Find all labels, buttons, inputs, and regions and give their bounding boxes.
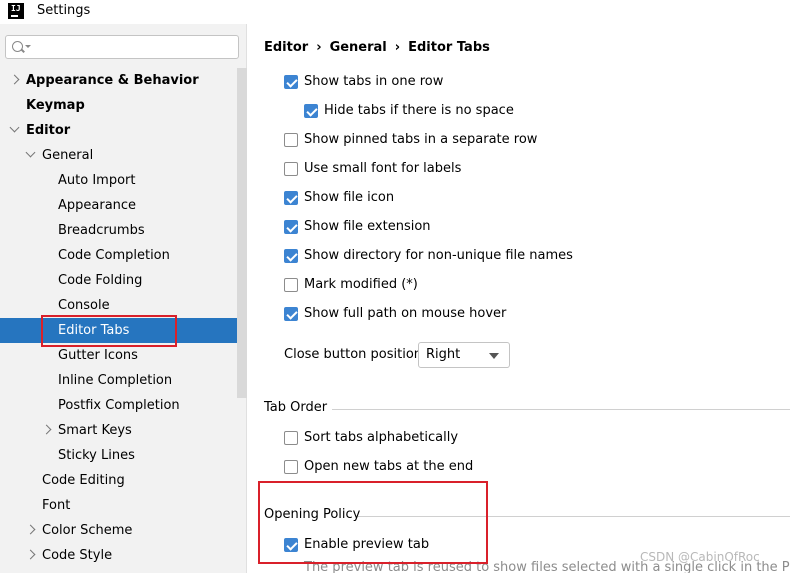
tab-order-title: Tab Order xyxy=(264,400,328,415)
breadcrumb-item-editor[interactable]: Editor xyxy=(264,40,308,55)
sidebar-item[interactable]: Editor xyxy=(0,118,247,143)
sidebar-item[interactable]: Postfix Completion xyxy=(0,393,247,418)
checkbox-label[interactable]: Hide tabs if there is no space xyxy=(324,101,514,121)
search-input[interactable] xyxy=(34,38,234,56)
sidebar-item[interactable]: General xyxy=(0,143,247,168)
chevron-down-icon[interactable] xyxy=(25,147,36,158)
breadcrumb-item-editor-tabs: Editor Tabs xyxy=(408,40,490,55)
sidebar-item-label: Sticky Lines xyxy=(58,448,135,463)
breadcrumb: Editor › General › Editor Tabs xyxy=(264,40,490,55)
chevron-down-icon[interactable] xyxy=(9,122,20,133)
sidebar-item[interactable]: Keymap xyxy=(0,93,247,118)
sidebar-item[interactable]: Code Folding xyxy=(0,268,247,293)
sidebar-item[interactable]: Appearance xyxy=(0,193,247,218)
sidebar-item-label: General xyxy=(42,148,94,163)
checkbox-label[interactable]: Use small font for labels xyxy=(304,159,461,179)
sidebar-item[interactable]: Auto Import xyxy=(0,168,247,193)
sidebar-item-label: Editor xyxy=(26,123,71,138)
checkbox-label[interactable]: Mark modified (*) xyxy=(304,275,418,295)
sidebar-item[interactable]: Font xyxy=(0,493,247,518)
sidebar-item-label: Inline Completion xyxy=(58,373,173,388)
checkbox-label[interactable]: Show pinned tabs in a separate row xyxy=(304,130,537,150)
sidebar-item[interactable]: Code Style xyxy=(0,543,247,568)
checkbox-label[interactable]: Show file extension xyxy=(304,217,431,237)
chevron-right-icon[interactable] xyxy=(25,524,36,535)
sidebar-item[interactable]: Code Editing xyxy=(0,468,247,493)
sidebar-item-label: Breadcrumbs xyxy=(58,223,145,238)
checkbox-unchecked[interactable] xyxy=(284,278,298,292)
search-history-chevron-icon[interactable] xyxy=(25,45,31,48)
sidebar-item-label: Postfix Completion xyxy=(58,398,180,413)
checkbox-label[interactable]: Sort tabs alphabetically xyxy=(304,428,458,448)
sidebar-item-label: Color Scheme xyxy=(42,523,133,538)
chevron-right-icon[interactable] xyxy=(41,424,52,435)
checkbox-label[interactable]: Show full path on mouse hover xyxy=(304,304,506,324)
title-bar: IJ Settings xyxy=(0,0,790,24)
watermark: CSDN @CabinOfRoc xyxy=(640,550,760,564)
checkbox-label[interactable]: Enable preview tab xyxy=(304,535,429,555)
checkbox-unchecked[interactable] xyxy=(284,431,298,445)
chevron-right-icon[interactable] xyxy=(9,74,20,85)
checkbox-checked[interactable] xyxy=(284,220,298,234)
search-icon[interactable] xyxy=(12,41,23,52)
sidebar-item[interactable]: Console xyxy=(0,293,247,318)
breadcrumb-separator: › xyxy=(394,40,401,55)
sidebar-item-label: Console xyxy=(58,298,110,313)
dropdown-arrow-icon xyxy=(489,353,499,359)
opening-policy-title: Opening Policy xyxy=(264,507,361,522)
sidebar-item-label: Appearance xyxy=(58,198,137,213)
sidebar-item-label: Code Editing xyxy=(42,473,125,488)
checkbox-label[interactable]: Show directory for non-unique file names xyxy=(304,246,573,266)
sidebar-item[interactable]: Code Completion xyxy=(0,243,247,268)
sidebar-item-label: Code Folding xyxy=(58,273,143,288)
tab-order-divider xyxy=(332,409,790,410)
checkbox-checked[interactable] xyxy=(304,104,318,118)
close-button-position-value: Right xyxy=(426,347,461,362)
checkbox-checked[interactable] xyxy=(284,75,298,89)
breadcrumb-item-general[interactable]: General xyxy=(330,40,387,55)
sidebar-item[interactable]: Editor Tabs xyxy=(0,318,247,343)
window-title: Settings xyxy=(37,3,91,18)
checkbox-checked[interactable] xyxy=(284,538,298,552)
sidebar-item[interactable]: Sticky Lines xyxy=(0,443,247,468)
close-button-position-select[interactable]: Right xyxy=(418,342,510,368)
checkbox-unchecked[interactable] xyxy=(284,460,298,474)
sidebar-item[interactable]: Appearance & Behavior xyxy=(0,68,247,93)
sidebar-item[interactable]: Gutter Icons xyxy=(0,343,247,368)
sidebar-item-label: Editor Tabs xyxy=(58,323,130,338)
checkbox-unchecked[interactable] xyxy=(284,133,298,147)
sidebar-item-label: Appearance & Behavior xyxy=(26,73,199,88)
breadcrumb-separator: › xyxy=(316,40,322,55)
chevron-right-icon[interactable] xyxy=(25,549,36,560)
app-icon: IJ xyxy=(8,3,24,19)
checkbox-label[interactable]: Show file icon xyxy=(304,188,394,208)
sidebar-item-label: Gutter Icons xyxy=(58,348,138,363)
checkbox-checked[interactable] xyxy=(284,191,298,205)
checkbox-label[interactable]: Show tabs in one row xyxy=(304,72,443,92)
sidebar-item[interactable]: Inline Completion xyxy=(0,368,247,393)
search-box[interactable] xyxy=(5,35,239,59)
checkbox-label[interactable]: Open new tabs at the end xyxy=(304,457,473,477)
checkbox-unchecked[interactable] xyxy=(284,162,298,176)
sidebar: Appearance & Behavior Keymap Editor General… xyxy=(0,24,247,573)
opening-policy-divider xyxy=(358,516,790,517)
sidebar-item[interactable]: Smart Keys xyxy=(0,418,247,443)
sidebar-item[interactable]: Color Scheme xyxy=(0,518,247,543)
main-panel: Editor › General › Editor Tabs Show tabs in … xyxy=(248,24,790,573)
sidebar-item-label: Code Style xyxy=(42,548,113,563)
sidebar-item-label: Auto Import xyxy=(58,173,136,188)
checkbox-checked[interactable] xyxy=(284,249,298,263)
sidebar-scrollbar[interactable] xyxy=(237,68,247,398)
sidebar-item[interactable]: Breadcrumbs xyxy=(0,218,247,243)
sidebar-item-label: Smart Keys xyxy=(58,423,132,438)
close-button-position-label: Close button position: xyxy=(284,347,427,362)
checkbox-checked[interactable] xyxy=(284,307,298,321)
sidebar-item-label: Font xyxy=(42,498,71,513)
sidebar-item-label: Code Completion xyxy=(58,248,170,263)
sidebar-item-label: Keymap xyxy=(26,98,85,113)
